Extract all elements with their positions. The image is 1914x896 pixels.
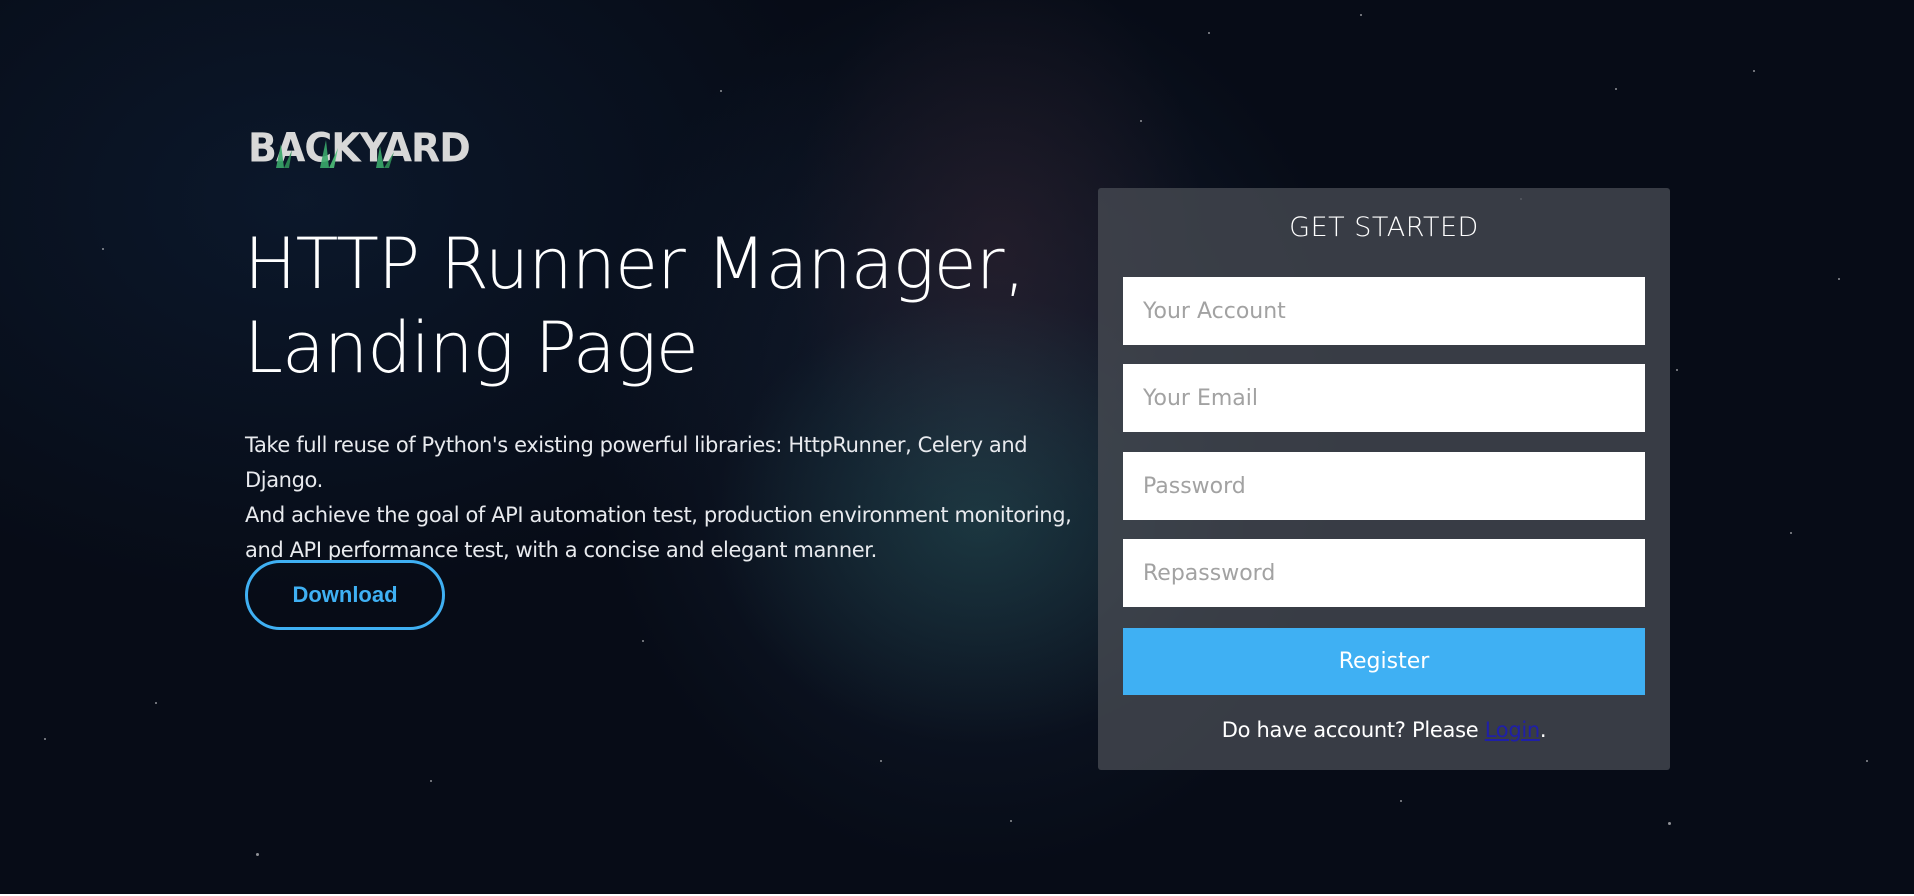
backyard-logo: BACKYARD: [248, 126, 471, 170]
login-prompt-suffix: .: [1539, 718, 1547, 742]
hero-headline: HTTP Runner Manager, Landing Page: [244, 222, 1064, 390]
description-line-1: Take full reuse of Python's existing pow…: [245, 433, 1028, 492]
headline-line-1: HTTP Runner Manager,: [244, 223, 1026, 305]
grass-logo-icon: [276, 140, 394, 168]
download-button[interactable]: Download: [245, 560, 445, 630]
register-button[interactable]: Register: [1123, 628, 1645, 695]
headline-line-2: Landing Page: [244, 307, 699, 389]
repassword-input[interactable]: [1123, 539, 1645, 607]
login-link[interactable]: Login: [1485, 718, 1540, 742]
login-prompt: Do have account? Please Login.: [1098, 718, 1670, 742]
email-input[interactable]: [1123, 364, 1645, 432]
landing-page: BACKYARD HTTP Runner Manager, Landing Pa…: [0, 0, 1914, 894]
description-line-3: and API performance test, with a concise…: [245, 538, 877, 562]
hero-description: Take full reuse of Python's existing pow…: [245, 428, 1075, 568]
register-card-title: GET STARTED: [1289, 212, 1479, 243]
description-line-2: And achieve the goal of API automation t…: [245, 503, 1072, 527]
password-input[interactable]: [1123, 452, 1645, 520]
account-input[interactable]: [1123, 277, 1645, 345]
register-card: GET STARTED Register Do have account? Pl…: [1098, 188, 1670, 770]
login-prompt-text: Do have account? Please: [1221, 718, 1485, 742]
